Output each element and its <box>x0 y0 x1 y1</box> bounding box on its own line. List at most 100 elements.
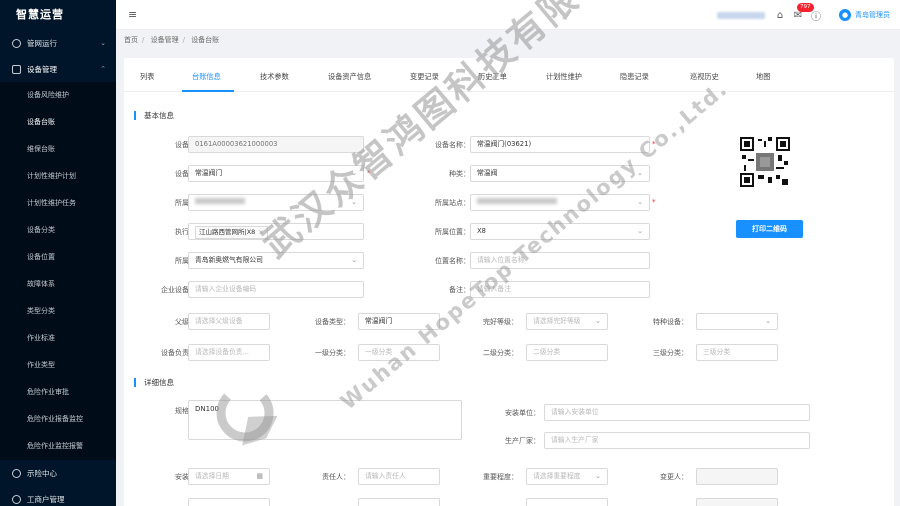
level1-label: 一级分类： <box>315 349 350 357</box>
chevron-down-icon: ⌄ <box>595 317 601 325</box>
tab-history-orders[interactable]: 历史工单 <box>478 72 507 82</box>
app-root: 智慧运营 管网运行 ⌄ 设备管理 ⌃ 设备风险维护 设备台账 维保台账 计划性维… <box>0 0 900 506</box>
sidebar-item-work-standard[interactable]: 作业标准 <box>0 325 116 352</box>
partial-field-2[interactable] <box>358 498 440 506</box>
remark-label: 备注： <box>449 286 470 294</box>
kind-select[interactable]: 常温阀 ⌄ <box>470 165 650 182</box>
pos-name-input[interactable]: 请输入位置名称 <box>470 252 650 269</box>
person-input[interactable]: 请输入责任人 <box>358 468 440 485</box>
menu-group-label: 工商户管理 <box>27 494 65 504</box>
location-select[interactable]: X8 ⌄ <box>470 223 650 240</box>
equip-name-field[interactable]: 常温阀门(03621) <box>470 136 650 153</box>
category-value: 常温阀门 <box>195 169 223 177</box>
tab-hazard-records[interactable]: 隐患记录 <box>620 72 649 82</box>
tab-asset-info[interactable]: 设备资产信息 <box>328 72 371 82</box>
sidebar-item-equip-ledger[interactable]: 设备台账 <box>0 109 116 136</box>
user-avatar-icon[interactable]: ● <box>839 9 851 21</box>
sidebar-item-maint-ledger[interactable]: 维保台账 <box>0 136 116 163</box>
partial-field-3[interactable] <box>526 498 608 506</box>
user-name[interactable]: 青岛管理员 <box>855 10 890 20</box>
importance-label: 重要程度： <box>483 473 518 481</box>
level3-input[interactable]: 三级分类 <box>696 344 778 361</box>
partial-field-1[interactable] <box>188 498 270 506</box>
tab-patrol-history[interactable]: 巡视历史 <box>690 72 719 82</box>
sidebar-item-hazard-approval[interactable]: 危险作业审批 <box>0 379 116 406</box>
spec-textarea[interactable]: DN100 <box>188 400 462 440</box>
equip-type-label: 设备类型： <box>315 318 350 326</box>
breadcrumb-home[interactable]: 首页 <box>124 36 138 44</box>
level2-input[interactable]: 二级分类 <box>526 344 608 361</box>
category-select[interactable]: 常温阀门 ⌄ <box>188 165 364 182</box>
owner-input[interactable]: 请选择设备负责... <box>188 344 270 361</box>
tab-map[interactable]: 地图 <box>756 72 770 82</box>
install-unit-label: 安装单位： <box>505 409 540 417</box>
remark-input[interactable]: 请输入备注 <box>470 281 650 298</box>
kind-value: 常温阀 <box>477 169 498 177</box>
section-detail-info: 详细信息 <box>134 378 174 387</box>
maker-input[interactable]: 请输入生产厂家 <box>544 432 810 449</box>
tab-list[interactable]: 列表 <box>140 72 154 82</box>
chevron-down-icon: ⌄ <box>351 198 357 206</box>
blurred-org <box>195 198 245 204</box>
menu-group-label: 设备管理 <box>27 64 57 74</box>
tab-ledger-info[interactable]: 台账信息 <box>192 72 221 82</box>
special-select[interactable]: ⌄ <box>696 313 778 330</box>
tab-change-log[interactable]: 变更记录 <box>410 72 439 82</box>
station-select[interactable]: ⌄ <box>470 194 650 211</box>
level2-label: 二级分类： <box>483 349 518 357</box>
intact-select[interactable]: 请选择完好等级 ⌄ <box>526 313 608 330</box>
changer-label: 变更人： <box>660 473 688 481</box>
company-select[interactable]: 青岛新奥燃气有限公司 ⌄ <box>188 252 364 269</box>
level3-label: 三级分类： <box>653 349 688 357</box>
qr-code <box>740 137 790 193</box>
sidebar-item-task[interactable]: 计划性维护任务 <box>0 190 116 217</box>
install-unit-input[interactable]: 请输入安装单位 <box>544 404 810 421</box>
close-icon[interactable]: × <box>258 228 263 236</box>
org-select[interactable]: ⌄ <box>188 194 364 211</box>
sidebar-item-fault-system[interactable]: 故障体系 <box>0 271 116 298</box>
sidebar-item-equip-risk[interactable]: 设备风险维护 <box>0 82 116 109</box>
sidebar-item-equip-location[interactable]: 设备位置 <box>0 244 116 271</box>
active-tab-indicator <box>182 90 234 92</box>
intact-label: 完好等级： <box>483 318 518 326</box>
tab-planned-maint[interactable]: 计划性维护 <box>546 72 582 82</box>
sidebar-item-plan[interactable]: 计划性维护计划 <box>0 163 116 190</box>
menu-fold-icon[interactable]: ≡ <box>128 8 137 21</box>
parent-input[interactable]: 请选择父级设备 <box>188 313 270 330</box>
kind-label: 种类： <box>449 170 470 178</box>
company-value: 青岛新奥燃气有限公司 <box>195 256 263 264</box>
breadcrumb-equipment[interactable]: 设备管理 <box>151 36 179 44</box>
sidebar-item-type-category[interactable]: 类型分类 <box>0 298 116 325</box>
level1-input[interactable]: 一级分类 <box>358 344 440 361</box>
home-icon[interactable]: ⌂ <box>774 9 786 21</box>
chevron-down-icon: ⌄ <box>595 472 601 480</box>
pos-name-label: 位置名称： <box>435 257 470 265</box>
sidebar-item-equip-category[interactable]: 设备分类 <box>0 217 116 244</box>
changer-field <box>696 468 778 485</box>
ent-code-input[interactable]: 请输入企业设备编码 <box>188 281 364 298</box>
blurred-org-name <box>717 11 765 19</box>
warning-icon <box>12 468 21 478</box>
menu-group-pipeline[interactable]: 管网运行 ⌄ <box>0 30 116 56</box>
mail-icon[interactable]: ✉ 797 <box>792 3 814 21</box>
exec-area-tag-text: 江山路西管网所|X8 <box>199 228 256 236</box>
breadcrumb: 首页 / 设备管理 / 设备台账 <box>124 36 220 44</box>
sidebar-item-hazard-report[interactable]: 危险作业报备监控 <box>0 406 116 433</box>
menu-group-merchant[interactable]: 工商户管理 <box>0 486 116 506</box>
qr-code-icon <box>740 137 790 187</box>
alert-circle-icon[interactable]: ⓘ <box>810 9 822 23</box>
menu-group-equipment[interactable]: 设备管理 ⌃ <box>0 56 116 82</box>
equip-type-field[interactable]: 常温阀门 <box>358 313 440 330</box>
tab-tech-params[interactable]: 技术参数 <box>260 72 289 82</box>
print-qr-button[interactable]: 打印二维码 <box>736 220 803 238</box>
install-date-picker[interactable]: 请选择日期 ▦ <box>188 468 270 485</box>
sidebar-item-work-type[interactable]: 作业类型 <box>0 352 116 379</box>
dashboard-icon <box>12 38 21 48</box>
equip-code-field: 0161A00003621000003 <box>188 136 364 153</box>
location-label: 所属位置： <box>435 228 470 236</box>
menu-group-risk-center[interactable]: 示险中心 <box>0 460 116 486</box>
chevron-down-icon: ⌄ <box>637 227 643 235</box>
sidebar-item-hazard-alarm[interactable]: 危险作业监控报警 <box>0 433 116 460</box>
importance-select[interactable]: 请选择重要程度 ⌄ <box>526 468 608 485</box>
exec-area-select[interactable]: 江山路西管网所|X8 × <box>188 223 364 240</box>
